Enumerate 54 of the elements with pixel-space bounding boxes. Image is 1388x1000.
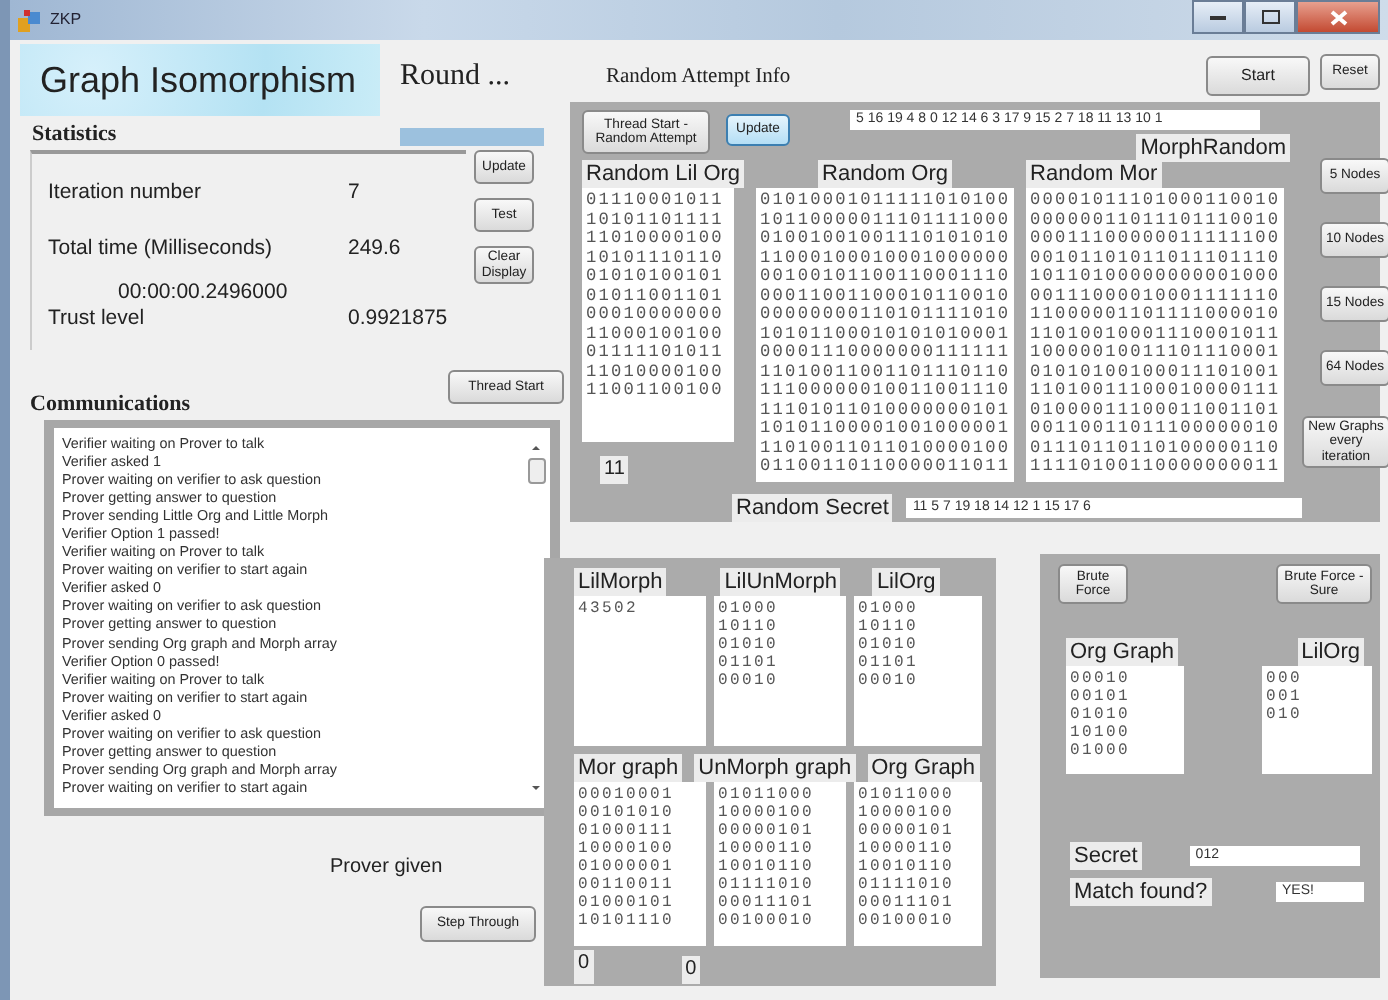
stat-label: Trust level: [48, 303, 147, 333]
minimize-button[interactable]: [1192, 0, 1244, 34]
matrix-size: 11: [600, 456, 629, 484]
matrix-label: Org Graph: [867, 754, 980, 782]
matrix-box: 00010 00101 01010 10100 01000: [1066, 666, 1184, 774]
section-title: Random Attempt Info: [606, 64, 791, 92]
morph-random-label: MorphRandom: [1136, 134, 1290, 162]
stat-value: 7: [348, 178, 360, 208]
matrix-box: 43502: [574, 596, 706, 746]
window-title: ZKP: [50, 8, 82, 32]
minimize-icon[interactable]: [1210, 14, 1226, 20]
maximize-button[interactable]: [1244, 0, 1296, 34]
stat-value: 0.9921875: [348, 303, 448, 333]
matrix-box: 01000 10110 01010 01101 00010: [854, 596, 982, 746]
app-icon: [18, 9, 42, 31]
counter-value: 0: [574, 950, 594, 984]
section-title: Statistics: [32, 119, 117, 149]
scroll-down-icon[interactable]: [532, 786, 540, 790]
matrix-box: 000 001 010: [1262, 666, 1372, 774]
scroll-up-icon[interactable]: [532, 446, 540, 450]
matrix-box: 01011000 10000100 00000101 10000110 10010110 01111010 00011101 00100010: [854, 782, 982, 946]
matrix-box: 01010001011111010100 10110000011101111000 01001001001110101010 11000100010001000000 00100101100110001110 00011001100010110010 00000000110101111010 10101100010101010001 00001110000000111111 11010011001101110110 11100000010011001110 11101011010000000101 10101100001001000001 11010011011010000100 01100110110000011011: [756, 188, 1015, 482]
secret-label: Random Secret: [732, 494, 893, 522]
secret-label: Secret: [1070, 842, 1142, 870]
stat-value: 249.6: [348, 233, 401, 264]
status-text: Prover given: [330, 854, 443, 882]
matrix-label: LilUnMorph: [720, 568, 841, 596]
matrix-box: 00010001 00101010 01000111 10000100 01000001 00110011 01000101 10101110: [574, 782, 706, 946]
section-title: Communications: [30, 389, 191, 419]
match-label: Match found?: [1070, 878, 1212, 906]
elapsed-time: 00:00:00.2496000: [118, 281, 290, 303]
matrix-label: UnMorph graph: [694, 754, 856, 782]
matrix-box: 01000 10110 01010 01101 00010: [714, 596, 846, 746]
app-title: Graph Isomorphism: [20, 44, 380, 116]
stat-label: Total time (Milliseconds): [48, 233, 275, 264]
matrix-label: Random Mor: [1026, 160, 1162, 188]
matrix-label: LilMorph: [574, 568, 667, 596]
matrix-box: 01011000 10000100 00000101 10000110 10010110 01111010 00011101 00100010: [714, 782, 846, 946]
matrix-label: Org Graph: [1066, 638, 1178, 666]
close-button[interactable]: [1296, 0, 1380, 34]
matrix-label: Random Org: [818, 160, 953, 188]
counter-value: 0: [681, 956, 701, 984]
matrix-label: Random Lil Org: [582, 160, 745, 188]
matrix-label: Mor graph: [574, 754, 683, 782]
start-button[interactable]: Start: [1206, 56, 1310, 96]
scroll-thumb[interactable]: [527, 458, 545, 484]
stat-label: Iteration number: [48, 178, 203, 208]
matrix-label: LilOrg: [1297, 638, 1364, 666]
round-label: Round ...: [400, 58, 513, 96]
close-icon[interactable]: [1329, 9, 1347, 25]
matrix-box: 00001011101000110010 00000011011101110010 00011100000011111100 00101101011011101110 10110100000000001000 00111000010001111110 11000001101111000010 11010010001110001011 10000010011101110001 01010100100011101001 11010011100010000111 01000011100011001101 00110011011100000010 01110110110100000110 11110100110000000011: [1026, 188, 1285, 482]
matrix-label: LilOrg: [872, 568, 940, 596]
maximize-icon[interactable]: [1261, 10, 1279, 24]
matrix-box: 01110001011 10101101111 11010000100 10101110110 01010100101 01011001101 00010000000 11000100100 01111101011 11010000100 11001100100: [582, 188, 734, 442]
